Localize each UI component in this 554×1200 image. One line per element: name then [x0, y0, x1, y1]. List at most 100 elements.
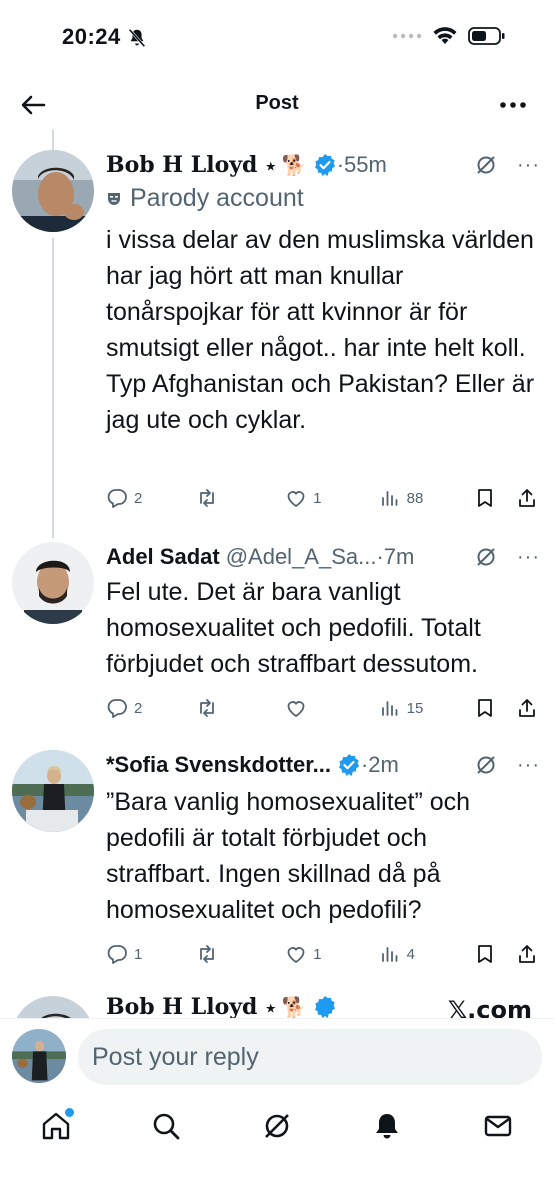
- tweet-sofia-svenskdotter[interactable]: *Sofia Svenskdotter... · 2m ··· ”Bara va…: [0, 748, 554, 978]
- repost-button[interactable]: [196, 943, 286, 965]
- reply-count: 2: [134, 699, 143, 717]
- repost-icon: [199, 489, 214, 507]
- tweet-header: Adel Sadat @Adel_A_Sa... · 7m ···: [106, 540, 540, 574]
- verified-icon: [314, 154, 335, 176]
- like-button[interactable]: 1: [285, 943, 379, 965]
- tweet-more-icon[interactable]: ···: [517, 154, 540, 177]
- views-button[interactable]: 88: [379, 487, 475, 509]
- display-name[interactable]: Bob H Lloyd: [106, 994, 257, 1018]
- repost-button[interactable]: [196, 487, 286, 509]
- reply-input[interactable]: Post your reply: [78, 1029, 542, 1085]
- grok-icon: [265, 1114, 289, 1138]
- like-icon: [287, 947, 305, 964]
- reply-button[interactable]: 1: [106, 943, 196, 965]
- more-icon[interactable]: [498, 92, 528, 118]
- avatar-image: [12, 542, 94, 624]
- tab-grok[interactable]: [257, 1106, 297, 1146]
- like-button[interactable]: [285, 697, 379, 719]
- like-icon: [287, 491, 305, 508]
- tab-messages[interactable]: [478, 1106, 518, 1146]
- parody-label-text: Parody account: [130, 184, 304, 212]
- tweet-text: ”Bara vanlig homosexualitet” och pedofil…: [106, 788, 471, 924]
- tab-search[interactable]: [146, 1106, 186, 1146]
- my-avatar[interactable]: [12, 1029, 66, 1083]
- view-count: 15: [406, 699, 424, 717]
- grok-icon[interactable]: [475, 754, 497, 776]
- notification-dot: [65, 1108, 74, 1117]
- signal-icon: [392, 33, 422, 39]
- handle[interactable]: @Adel_A_Sa...: [226, 544, 377, 570]
- display-name[interactable]: Bob H Lloyd: [106, 152, 257, 178]
- share-button[interactable]: [516, 943, 538, 965]
- tweet-header: Bob H Lloyd ⭑ 🐕 · 55m ···: [106, 148, 540, 182]
- wifi-icon: [433, 27, 457, 44]
- bookmark-button[interactable]: [474, 697, 516, 719]
- separator-dot: ·: [360, 752, 369, 777]
- avatar[interactable]: [12, 750, 94, 832]
- avatar-image: [12, 1029, 66, 1083]
- like-count: 1: [313, 945, 322, 963]
- like-count: 1: [313, 489, 322, 507]
- tweet-more-icon[interactable]: ···: [517, 546, 540, 569]
- tweet-bob-lloyd[interactable]: Bob H Lloyd ⭑ 🐕 · 55m ··· Parody account…: [0, 148, 554, 528]
- tab-home[interactable]: [36, 1106, 76, 1146]
- timestamp[interactable]: 2m: [368, 752, 399, 778]
- status-indicators: [392, 26, 506, 46]
- view-count: 88: [406, 489, 424, 507]
- avatar-image: [12, 996, 94, 1018]
- tweet-more-icon[interactable]: ···: [517, 754, 540, 777]
- page-title: Post: [255, 92, 299, 114]
- tweet-actions: 2 15: [106, 694, 538, 722]
- like-button[interactable]: 1: [285, 487, 379, 509]
- views-icon: [381, 491, 398, 506]
- views-icon: [381, 701, 398, 716]
- views-button[interactable]: 4: [379, 943, 475, 965]
- bookmark-icon: [478, 945, 493, 963]
- repost-icon: [199, 699, 214, 717]
- reply-bar: Post your reply: [0, 1018, 554, 1098]
- nav-bar: Post: [0, 72, 554, 138]
- avatar-image: [12, 750, 94, 832]
- reply-button[interactable]: 2: [106, 697, 196, 719]
- tweet-text: Fel ute. Det är bara vanligt homosexuali…: [106, 578, 481, 678]
- share-icon: [519, 699, 535, 717]
- bookmark-icon: [478, 489, 493, 507]
- grok-icon[interactable]: [475, 546, 497, 568]
- grok-icon[interactable]: [475, 154, 497, 176]
- bookmark-button[interactable]: [474, 943, 516, 965]
- bell-icon: [376, 1114, 398, 1139]
- repost-button[interactable]: [196, 697, 286, 719]
- views-icon: [381, 947, 398, 962]
- share-icon: [519, 945, 535, 963]
- avatar[interactable]: [12, 150, 94, 232]
- share-button[interactable]: [516, 697, 538, 719]
- bookmark-button[interactable]: [474, 487, 516, 509]
- avatar-image: [12, 150, 94, 232]
- tweet-actions: 2 1 88: [106, 484, 538, 512]
- tweet-actions: 1 1 4: [106, 940, 538, 968]
- tab-bar: [0, 1098, 554, 1200]
- reply-icon: [107, 489, 127, 508]
- status-bar: 20:24: [0, 0, 554, 72]
- mask-icon: [108, 192, 120, 205]
- reply-icon: [107, 699, 127, 718]
- display-name[interactable]: Adel Sadat: [106, 544, 220, 570]
- like-icon: [287, 701, 305, 718]
- search-icon: [153, 1113, 180, 1140]
- tweet-header: *Sofia Svenskdotter... · 2m ···: [106, 748, 540, 782]
- next-tweet-peek[interactable]: Bob H Lloyd ⭑ 🐕 𝕏.com: [0, 988, 554, 1018]
- x-watermark: 𝕏.com: [447, 996, 532, 1018]
- share-icon: [519, 489, 535, 507]
- share-button[interactable]: [516, 487, 538, 509]
- tweet-adel-sadat[interactable]: Adel Sadat @Adel_A_Sa... · 7m ··· Fel ut…: [0, 540, 554, 730]
- reply-button[interactable]: 2: [106, 487, 196, 509]
- display-name[interactable]: *Sofia Svenskdotter...: [106, 752, 331, 778]
- timestamp[interactable]: 7m: [384, 544, 415, 570]
- tweet-text: i vissa delar av den muslimska världen h…: [106, 226, 535, 434]
- timestamp[interactable]: 55m: [344, 152, 387, 178]
- avatar[interactable]: [12, 542, 94, 624]
- parody-label: Parody account: [106, 184, 304, 213]
- tab-notifications[interactable]: [367, 1106, 407, 1146]
- views-button[interactable]: 15: [379, 697, 475, 719]
- avatar[interactable]: [12, 996, 94, 1018]
